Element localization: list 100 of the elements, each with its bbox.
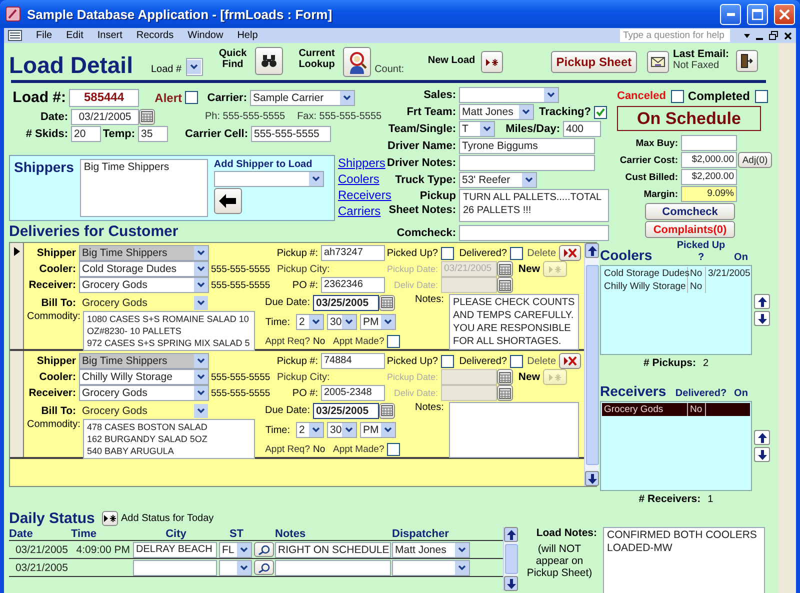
pickup-number-label: Pickup #: — [276, 356, 319, 366]
load-notes-field[interactable]: CONFIRMED BOTH COOLERS LOADED-MW — [603, 527, 765, 593]
bill-to-label: Bill To: — [40, 296, 77, 308]
cooler-dropdown[interactable]: Cold Storage Dudes — [79, 261, 209, 277]
receiver-phone: 555-555-5555 — [210, 280, 271, 290]
complaints-button[interactable]: Complaints(0) — [645, 221, 735, 238]
notes-label: Notes: — [414, 294, 445, 307]
appt-req-value: No — [313, 444, 326, 454]
city-field[interactable]: DELRAY BEACH — [133, 542, 217, 558]
minute-dropdown[interactable]: 30 — [327, 422, 357, 438]
commodity-field[interactable]: 478 CASES BOSTON SALAD 162 BURGANDY SALAD 5OZ 540 BABY ARUGULA — [83, 419, 255, 459]
pickup-number-field[interactable]: 74884 — [321, 353, 385, 369]
commodity-label: Commodity: — [27, 419, 82, 430]
po-number-field[interactable]: 2005-2348 — [321, 385, 385, 401]
carrier-phone: Ph: 555-555-5555 — [205, 111, 286, 122]
notes-field[interactable]: RIGHT ON SCHEDULE — [275, 542, 391, 558]
driver-name-field[interactable]: Tyrone Biggums — [459, 138, 595, 154]
bill-to-label: Bill To: — [40, 404, 77, 416]
menu-item[interactable]: Edit — [66, 30, 84, 41]
nav-link[interactable]: Carriers — [338, 203, 388, 219]
miles-per-day-field[interactable]: 400 — [563, 121, 601, 137]
temp-field[interactable]: 35 — [138, 126, 168, 142]
minute-dropdown[interactable]: 30 — [327, 314, 357, 330]
load-notes-hint: (will NOT appear on Pickup Sheet) — [526, 543, 594, 579]
commodity-field[interactable]: 1080 CASES S+S ROMAINE SALAD 10 OZ#8230- 10 PALLETS 972 CASES S+S SPRING MIX SALAD 5 — [83, 311, 255, 351]
deliveries-title: Deliveries for Customer — [9, 223, 180, 240]
receiver-dropdown[interactable]: Grocery Gods — [79, 277, 209, 293]
comcheck-label: Comcheck: — [396, 226, 457, 238]
max-buy-label: Max Buy: — [634, 138, 679, 148]
carrier-label: Carrier: — [206, 92, 248, 104]
list-row[interactable]: Chilly Willy Storage No — [602, 280, 750, 293]
column-header: On — [733, 252, 749, 264]
list-title: Coolers — [600, 247, 654, 264]
ampm-dropdown[interactable]: PM — [360, 422, 396, 438]
new-load-label: New Load — [426, 55, 476, 66]
time-label: Time: — [264, 316, 291, 328]
pickup-date-label: Pickup Date: — [386, 372, 439, 382]
cust-billed-label: Cust Billed: — [624, 172, 679, 182]
menu-item[interactable]: Help — [237, 30, 258, 41]
bill-to-dropdown[interactable]: Grocery Gods — [79, 402, 209, 418]
cooler-phone: 555-555-5555 — [210, 372, 271, 382]
nav-link[interactable]: Coolers — [338, 171, 388, 187]
bill-to-dropdown[interactable]: Grocery Gods — [79, 294, 209, 310]
tracking-label: Tracking? — [538, 106, 592, 118]
column-header: Date — [9, 528, 34, 540]
due-date-label: Due Date: — [264, 405, 311, 416]
skids-field[interactable]: 20 — [71, 126, 101, 142]
shipper-label: Shipper — [36, 247, 77, 259]
pickup-sheet-button[interactable]: Pickup Sheet — [550, 51, 637, 73]
form-title: Load Detail — [9, 52, 133, 78]
shipper-dropdown[interactable]: Big Time Shippers — [79, 245, 209, 261]
receiver-dropdown[interactable]: Grocery Gods — [79, 385, 209, 401]
alert-label: Alert — [154, 90, 183, 104]
menu-item[interactable]: Insert — [97, 30, 122, 41]
new-label: New — [517, 371, 541, 383]
date-cell-text: 03/21/2005 — [14, 544, 69, 556]
shipper-dropdown[interactable]: Big Time Shippers — [79, 353, 209, 369]
dispatcher-dropdown[interactable]: Matt Jones — [392, 542, 470, 558]
count-label: # Receivers: — [638, 493, 702, 505]
frt-team-dropdown[interactable]: Matt Jones — [459, 104, 534, 120]
list-row[interactable]: Cold Storage DudesNo 3/21/2005 — [602, 267, 750, 280]
receiver-label: Receiver: — [28, 387, 77, 399]
last-email-label: Last Email: — [672, 48, 730, 60]
carrier-dropdown[interactable]: Sample Carrier — [250, 90, 355, 106]
comcheck-button[interactable]: Comcheck — [645, 203, 735, 220]
column-header: Dispatcher — [392, 528, 450, 540]
state-dropdown[interactable]: FL — [219, 542, 252, 558]
date-field[interactable]: 03/21/2005 — [71, 108, 139, 124]
pickup-number-field[interactable]: ah73247 — [321, 245, 385, 261]
skids-label: # Skids: — [24, 128, 69, 140]
time-cell-text: 4:09:00 PM — [75, 544, 131, 556]
po-number-field[interactable]: 2362346 — [321, 277, 385, 293]
column-header: Time — [71, 528, 98, 540]
due-date-field[interactable]: 03/25/2005 — [313, 402, 379, 418]
due-date-field[interactable]: 03/25/2005 — [313, 294, 379, 310]
team-single-dropdown[interactable]: T — [459, 121, 495, 137]
cust-billed-field[interactable]: $2,200.00 — [681, 169, 737, 185]
notes-label: Notes: — [414, 402, 445, 415]
menu-item[interactable]: Window — [188, 30, 224, 41]
cooler-dropdown[interactable]: Chilly Willy Storage — [79, 369, 209, 385]
menu-item[interactable]: File — [36, 30, 52, 41]
nav-link[interactable]: Shippers — [338, 155, 388, 171]
ampm-dropdown[interactable]: PM — [360, 314, 396, 330]
menu-item[interactable]: Records — [136, 30, 174, 41]
carrier-cell-field[interactable]: 555-555-5555 — [251, 126, 331, 142]
truck-type-label: Truck Type: — [394, 174, 457, 186]
pickup-notes-field[interactable]: TURN ALL PALLETS.....TOTAL 26 PALLETS !!! — [459, 189, 609, 222]
column-header: City — [164, 528, 188, 540]
truck-type-dropdown[interactable]: 53' Reefer — [459, 172, 537, 188]
list-row[interactable]: Grocery Gods No — [602, 403, 750, 416]
current-lookup-label: Current Lookup — [298, 48, 336, 70]
hour-dropdown[interactable]: 2 — [296, 314, 324, 330]
margin-label: Margin: — [642, 188, 679, 200]
adjustments-button[interactable]: Adj(0) — [738, 152, 772, 168]
last-email-value: Not Faxed — [672, 60, 720, 71]
carrier-cost-field[interactable]: $2,000.00 — [681, 152, 737, 168]
pickup-city-label: Pickup City: — [276, 372, 331, 382]
hour-dropdown[interactable]: 2 — [296, 422, 324, 438]
notes-field[interactable]: PLEASE CHECK COUNTS AND TEMPS CAREFULLY. YOU ARE RESPONSIBLE FOR ALL SHORTAGES. — [449, 294, 579, 350]
shippers-list[interactable]: Big Time Shippers — [80, 159, 208, 217]
